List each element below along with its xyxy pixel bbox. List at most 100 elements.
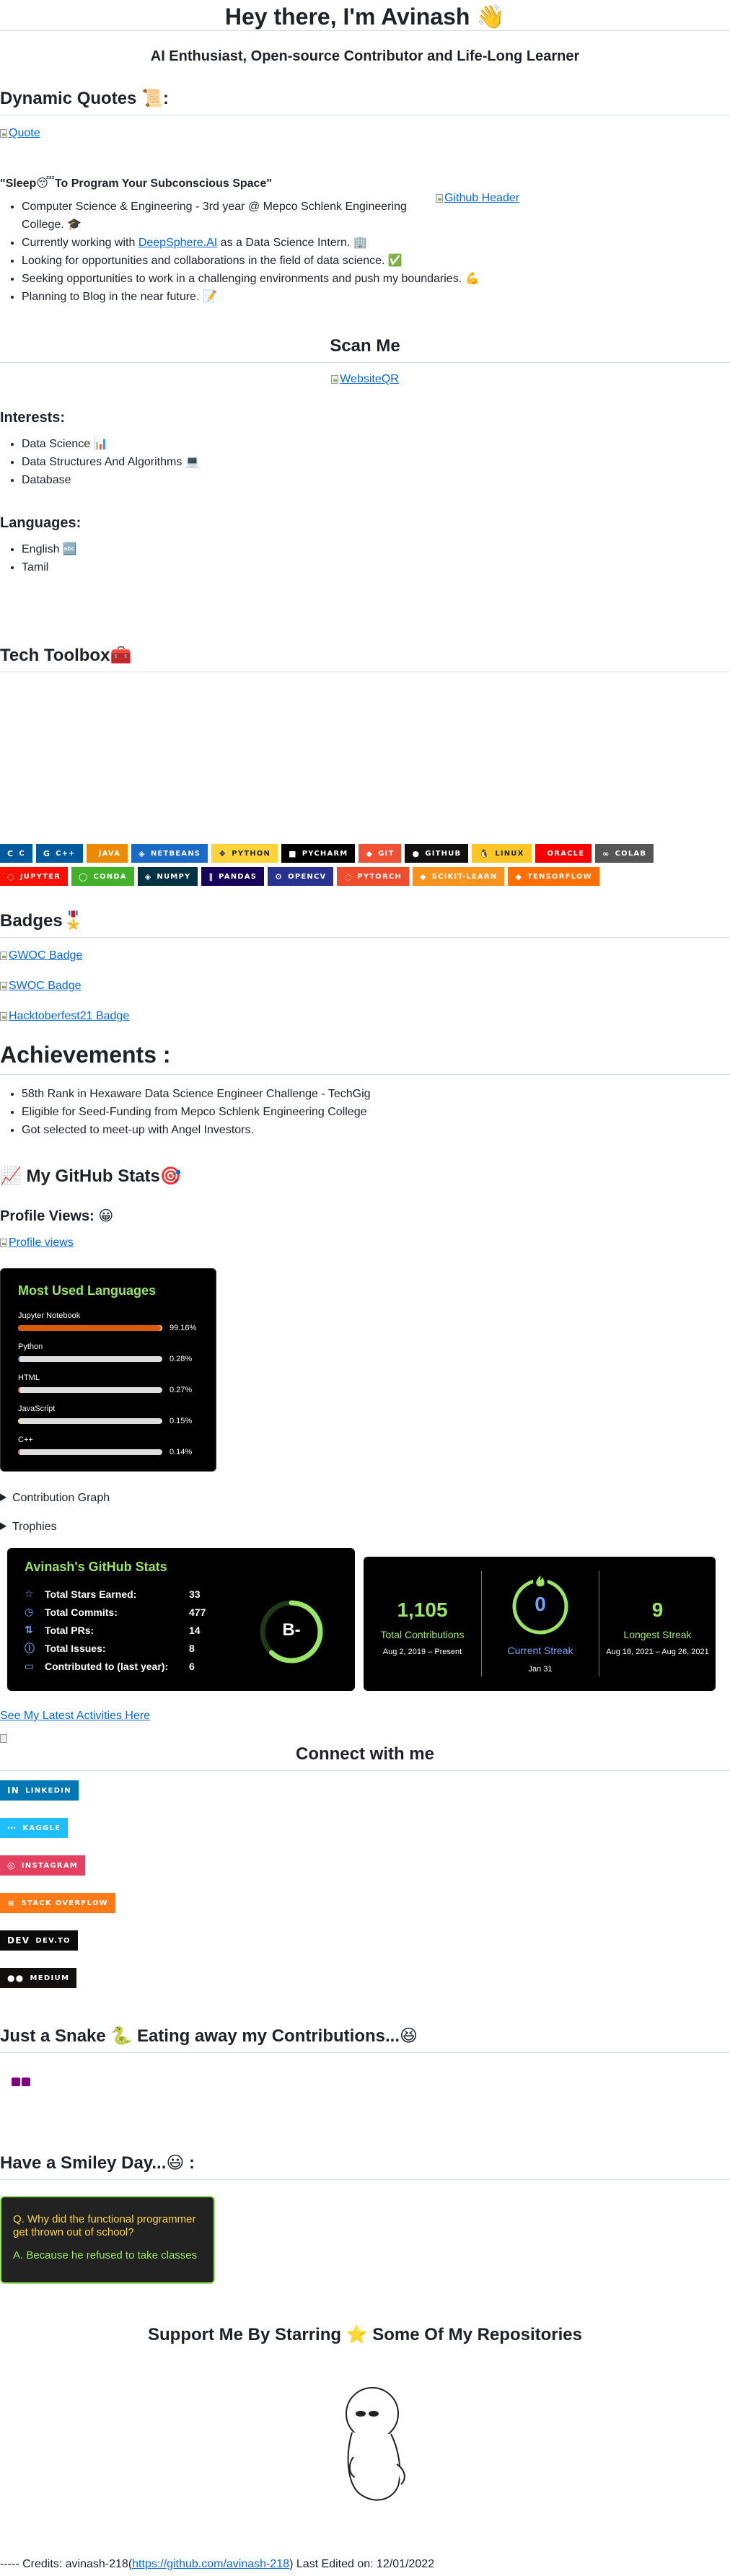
dev-to-button[interactable]: DEV Dev.to xyxy=(0,1930,78,1951)
streak-card: 1,105 Total Contributions Aug 2, 2019 – … xyxy=(364,1557,716,1691)
language-bar-fill xyxy=(18,1387,19,1393)
github-header-link[interactable]: Github Header xyxy=(444,192,519,205)
swoc-badge[interactable]: SWOC Badge xyxy=(0,980,730,993)
language-bar-row: 0.14% xyxy=(18,1448,198,1456)
joke-card: Q. Why did the functional programmer get… xyxy=(0,2196,215,2284)
language-bar-fill xyxy=(18,1449,19,1455)
toolbox-badges: C C G C++ Java ◈ NetBeans ❖ Python ■ PyCharm ◆ Git ● G… xyxy=(0,844,730,890)
joke-divider xyxy=(0,2179,730,2180)
github-badge[interactable]: ● GitHub xyxy=(405,844,469,863)
badge-label: OpenCV xyxy=(288,872,327,881)
netbeans-icon: ◈ xyxy=(138,848,146,858)
qr-image[interactable]: WebsiteQR xyxy=(0,373,730,386)
connect-label: Kaggle xyxy=(22,1824,61,1832)
footer-github-link[interactable]: https://github.com/avinash-218 xyxy=(132,2558,289,2570)
quote-image[interactable]: Quote xyxy=(0,127,730,140)
contribution-graph-toggle[interactable]: Contribution Graph xyxy=(0,1492,110,1505)
trophies-toggle[interactable]: Trophies xyxy=(0,1521,57,1534)
stat-value: 33 xyxy=(189,1588,201,1600)
about-list: Computer Science & Engineering - 3rd yea… xyxy=(0,198,480,306)
instagram-button[interactable]: ◎ Instagram xyxy=(0,1855,86,1876)
conda-badge[interactable]: ◯ Conda xyxy=(71,867,134,886)
hacktoberfest-badge[interactable]: Hacktoberfest21 Badge xyxy=(0,1010,730,1023)
github-header-image[interactable]: Github Header xyxy=(436,192,519,205)
medium-icon: ●● xyxy=(7,1973,25,1983)
linkedin-button[interactable]: in LinkedIn xyxy=(0,1780,79,1801)
deepsphere-link[interactable]: DeepSphere.AI xyxy=(138,237,217,249)
pandas-badge[interactable]: ∥ Pandas xyxy=(201,867,265,886)
git-badge[interactable]: ◆ Git xyxy=(359,844,402,863)
scikit-learn-badge[interactable]: ◆ scikit-learn xyxy=(413,867,505,886)
about-item: Computer Science & Engineering - 3rd yea… xyxy=(22,198,433,234)
stack-overflow-button[interactable]: ≡ Stack Overflow xyxy=(0,1893,115,1913)
longest-streak-label: Longest Streak xyxy=(623,1629,692,1640)
numpy-badge[interactable]: ◈ Numpy xyxy=(137,867,198,886)
streak-longest: 9 Longest Streak Aug 18, 2021 – Aug 26, … xyxy=(599,1557,716,1691)
language-name: Python xyxy=(18,1342,43,1351)
latest-activities-link[interactable]: See My Latest Activities Here xyxy=(0,1710,150,1723)
support-heading: Support Me By Starring ⭐ Some Of My Repo… xyxy=(148,2325,582,2344)
current-streak-label: Current Streak xyxy=(507,1645,573,1656)
badge-label: Conda xyxy=(93,872,127,881)
tensorflow-badge[interactable]: ◆ TensorFlow xyxy=(508,867,599,886)
trophies-details[interactable]: Trophies xyxy=(0,1521,57,1534)
broken-image-icon xyxy=(0,1239,7,1247)
gwoc-badge[interactable]: GWOC Badge xyxy=(0,949,730,962)
connect-label: LinkedIn xyxy=(25,1786,71,1795)
instagram-icon: ◎ xyxy=(7,1860,16,1871)
quote-link[interactable]: Quote xyxy=(9,127,40,140)
c-badge[interactable]: G C++ xyxy=(35,844,83,863)
gwoc-link[interactable]: GWOC Badge xyxy=(9,949,82,962)
badge-label: Oracle xyxy=(547,849,585,858)
tagline: "Sleep😴To Program Your Subconscious Spac… xyxy=(0,177,272,190)
stat-value: 8 xyxy=(189,1642,195,1654)
badge-label: C++ xyxy=(56,849,76,858)
python-badge[interactable]: ❖ Python xyxy=(211,844,278,863)
github-stats-title: Avinash's GitHub Stats xyxy=(25,1560,167,1574)
joke-heading: Have a Smiley Day...😃 : xyxy=(0,2153,195,2173)
java-badge[interactable]: Java xyxy=(86,844,128,863)
opencv-icon: ⚙ xyxy=(275,871,283,882)
connect-heading: Connect with me xyxy=(295,1744,434,1764)
swoc-link[interactable]: SWOC Badge xyxy=(9,980,81,993)
broken-image-icon xyxy=(0,982,7,990)
language-bar-row: 99.16% xyxy=(18,1324,198,1332)
opencv-badge[interactable]: ⚙ OpenCV xyxy=(268,867,334,886)
stat-label: Contributed to (last year): xyxy=(45,1660,169,1672)
profile-views-image[interactable]: Profile views xyxy=(0,1236,730,1249)
language-bar xyxy=(18,1449,162,1455)
streak-total: 1,105 Total Contributions Aug 2, 2019 – … xyxy=(364,1557,481,1691)
profile-views-link[interactable]: Profile views xyxy=(9,1236,74,1249)
badge-label: Colab xyxy=(615,849,647,858)
pytorch-badge[interactable]: ◌ PyTorch xyxy=(337,867,409,886)
connect-label: Instagram xyxy=(21,1861,79,1870)
interest-item: Database xyxy=(22,471,730,489)
language-bar-fill xyxy=(18,1356,19,1362)
badge-label: scikit-learn xyxy=(431,872,498,881)
language-bar xyxy=(18,1325,162,1331)
jupyter-badge[interactable]: ◌ Jupyter xyxy=(0,867,68,886)
badge-label: Python xyxy=(232,849,271,858)
c-badge[interactable]: CC xyxy=(0,844,32,863)
toolbox-row-2: ◌ Jupyter ◯ Conda ◈ Numpy ∥ Pandas ⚙ OpenCV ◌ PyTor… xyxy=(0,867,730,890)
stack-overflow-icon: ≡ xyxy=(7,1898,16,1908)
netbeans-badge[interactable]: ◈ NetBeans xyxy=(131,844,208,863)
colab-badge[interactable]: ∞ Colab xyxy=(595,844,654,863)
medium-button[interactable]: ●● Medium xyxy=(0,1968,77,1988)
scikit-learn-icon: ◆ xyxy=(420,871,427,882)
dev-to-icon: DEV xyxy=(7,1935,30,1946)
qr-link[interactable]: WebsiteQR xyxy=(340,373,399,386)
stat-value: 6 xyxy=(189,1660,195,1672)
longest-streak-range: Aug 18, 2021 – Aug 26, 2021 xyxy=(606,1648,709,1656)
linux-badge[interactable]: 🐧 Linux xyxy=(472,844,532,863)
oracle-badge[interactable]: Oracle xyxy=(535,844,592,863)
contribution-graph-details[interactable]: Contribution Graph xyxy=(0,1492,110,1505)
kaggle-button[interactable]: ⋯ Kaggle xyxy=(0,1818,69,1838)
pycharm-badge[interactable]: ■ PyCharm xyxy=(281,844,356,863)
badge-label: PyCharm xyxy=(302,849,348,858)
about-item: Seeking opportunities to work in a chall… xyxy=(22,270,480,288)
conda-icon: ◯ xyxy=(78,871,89,882)
snake-animation xyxy=(12,2078,30,2086)
hacktoberfest-link[interactable]: Hacktoberfest21 Badge xyxy=(9,1010,129,1023)
badge-label: Git xyxy=(378,849,395,858)
